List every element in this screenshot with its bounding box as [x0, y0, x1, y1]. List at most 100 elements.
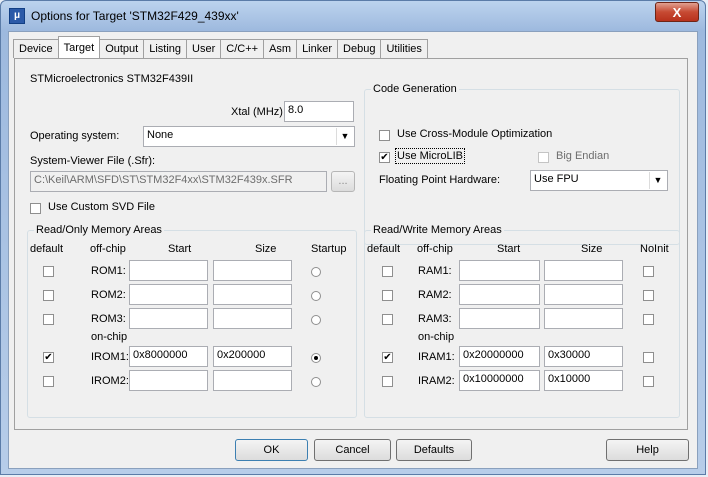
iram2-noinit-checkbox[interactable]: [643, 376, 654, 387]
ram-group-title: Read/Write Memory Areas: [371, 224, 504, 236]
tab-device[interactable]: Device: [13, 39, 59, 58]
ram3-noinit-checkbox[interactable]: [643, 314, 654, 325]
tab-target[interactable]: Target: [57, 36, 101, 58]
os-select[interactable]: None ▼: [143, 126, 355, 147]
iram1-noinit-checkbox[interactable]: [643, 352, 654, 363]
iram2-start-input[interactable]: 0x10000000: [459, 370, 540, 391]
rom1-size-input[interactable]: [213, 260, 292, 281]
ram-group: Read/Write Memory Areas default off-chip…: [364, 224, 680, 418]
rom3-startup-radio[interactable]: [311, 315, 321, 325]
rom-header-size: Size: [255, 243, 277, 255]
rom2-default-checkbox[interactable]: [43, 290, 54, 301]
ram2-noinit-checkbox[interactable]: [643, 290, 654, 301]
ram1-noinit-checkbox[interactable]: [643, 266, 654, 277]
ram2-size-input[interactable]: [544, 284, 623, 305]
iram2-size-input[interactable]: 0x10000: [544, 370, 623, 391]
rom3-size-input[interactable]: [213, 308, 292, 329]
rom3-default-checkbox[interactable]: [43, 314, 54, 325]
custom-svd-checkbox[interactable]: [30, 203, 41, 214]
tab-asm[interactable]: Asm: [263, 39, 298, 58]
iram1-size-input[interactable]: 0x30000: [544, 346, 623, 367]
rom3-start-input[interactable]: [129, 308, 208, 329]
rom1-default-checkbox[interactable]: [43, 266, 54, 277]
ok-button[interactable]: OK: [235, 439, 308, 461]
iram2-label: IRAM2:: [418, 375, 455, 387]
close-button[interactable]: X: [655, 2, 699, 22]
iram1-default-checkbox[interactable]: ✔: [382, 352, 393, 363]
rom1-start-input[interactable]: [129, 260, 208, 281]
ram2-start-input[interactable]: [459, 284, 540, 305]
irom2-label: IROM2:: [91, 375, 129, 387]
irom1-size-input[interactable]: 0x200000: [213, 346, 292, 367]
svd-browse-button[interactable]: ...: [331, 171, 355, 192]
ram2-default-checkbox[interactable]: [382, 290, 393, 301]
svd-file-input[interactable]: C:\Keil\ARM\SFD\ST\STM32F4xx\STM32F439x.…: [30, 171, 327, 192]
rom-group: Read/Only Memory Areas default off-chip …: [27, 224, 357, 418]
tab-debug[interactable]: Debug: [337, 39, 382, 58]
irom1-label: IROM1:: [91, 351, 129, 363]
ram1-default-checkbox[interactable]: [382, 266, 393, 277]
tab-linker[interactable]: Linker: [296, 39, 339, 58]
ram-header-noinit: NoInit: [640, 243, 669, 255]
rom3-label: ROM3:: [91, 313, 126, 325]
iram1-start-input[interactable]: 0x20000000: [459, 346, 540, 367]
rom2-start-input[interactable]: [129, 284, 208, 305]
code-generation-title: Code Generation: [371, 83, 459, 95]
chevron-down-icon[interactable]: ▼: [336, 128, 353, 145]
tab-user[interactable]: User: [186, 39, 222, 58]
target-tab-panel: STMicroelectronics STM32F439II Xtal (MHz…: [14, 58, 688, 430]
irom2-default-checkbox[interactable]: [43, 376, 54, 387]
code-generation-group: Code Generation Use Cross-Module Optimiz…: [364, 83, 680, 245]
os-label: Operating system:: [30, 130, 120, 142]
big-endian-checkbox[interactable]: [538, 152, 549, 163]
rom1-label: ROM1:: [91, 265, 126, 277]
tab-utilities[interactable]: Utilities: [380, 39, 428, 58]
microlib-label: Use MicroLIB: [394, 148, 466, 164]
ram1-start-input[interactable]: [459, 260, 540, 281]
rom-header-startup: Startup: [311, 243, 347, 255]
device-name: STMicroelectronics STM32F439II: [30, 73, 194, 85]
chevron-down-icon[interactable]: ▼: [649, 172, 666, 189]
ram-header-default: default: [367, 243, 401, 255]
help-button[interactable]: Help: [606, 439, 689, 461]
ram1-size-input[interactable]: [544, 260, 623, 281]
tab-strip: Device Target Output Listing User C/C++ …: [13, 36, 428, 59]
irom1-default-checkbox[interactable]: ✔: [43, 352, 54, 363]
rom2-size-input[interactable]: [213, 284, 292, 305]
fpu-select[interactable]: Use FPU ▼: [530, 170, 668, 191]
options-dialog: μ Options for Target 'STM32F429_439xx' X…: [0, 0, 706, 475]
keil-app-icon: μ: [9, 8, 25, 24]
microlib-checkbox[interactable]: ✔: [379, 152, 390, 163]
tab-c-cpp[interactable]: C/C++: [220, 39, 265, 58]
cross-module-checkbox[interactable]: [379, 130, 390, 141]
rom1-startup-radio[interactable]: [311, 267, 321, 277]
irom2-startup-radio[interactable]: [311, 377, 321, 387]
ram-header-start: Start: [497, 243, 521, 255]
ram-header-size: Size: [581, 243, 603, 255]
iram2-default-checkbox[interactable]: [382, 376, 393, 387]
tab-output[interactable]: Output: [99, 39, 145, 58]
fpu-value: Use FPU: [534, 173, 579, 185]
ram3-start-input[interactable]: [459, 308, 540, 329]
rom-group-title: Read/Only Memory Areas: [34, 224, 164, 236]
iram1-label: IRAM1:: [418, 351, 455, 363]
ram3-default-checkbox[interactable]: [382, 314, 393, 325]
irom1-start-input[interactable]: 0x8000000: [129, 346, 208, 367]
ram3-size-input[interactable]: [544, 308, 623, 329]
tab-listing[interactable]: Listing: [143, 39, 188, 58]
title-bar[interactable]: μ Options for Target 'STM32F429_439xx' X: [1, 1, 705, 31]
irom1-startup-radio[interactable]: [311, 353, 321, 363]
window-title: Options for Target 'STM32F429_439xx': [31, 9, 239, 23]
rom-onchip-label: on-chip: [91, 331, 128, 343]
ram-onchip-label: on-chip: [418, 331, 455, 343]
cross-module-label: Use Cross-Module Optimization: [397, 128, 553, 140]
xtal-input[interactable]: 8.0: [284, 101, 354, 122]
cancel-button[interactable]: Cancel: [314, 439, 391, 461]
ram-header-offchip: off-chip: [417, 243, 453, 255]
irom2-size-input[interactable]: [213, 370, 292, 391]
os-value: None: [147, 129, 174, 141]
irom2-start-input[interactable]: [129, 370, 208, 391]
dialog-client: Device Target Output Listing User C/C++ …: [8, 31, 698, 469]
rom2-startup-radio[interactable]: [311, 291, 321, 301]
defaults-button[interactable]: Defaults: [396, 439, 472, 461]
